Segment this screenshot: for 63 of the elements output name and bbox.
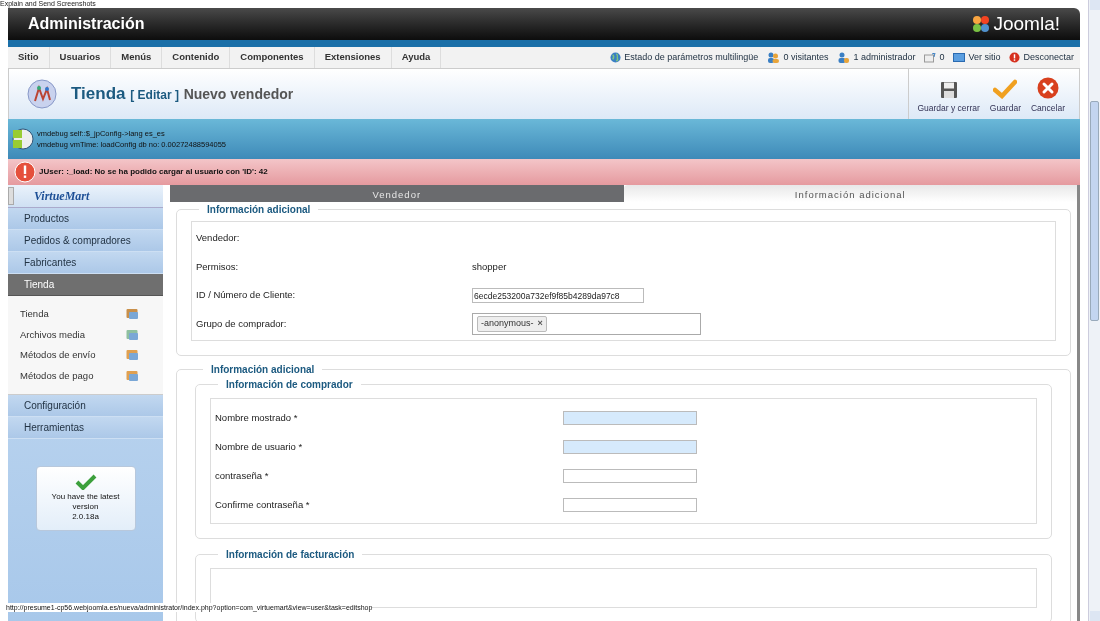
- version-message: You have the latest version: [50, 492, 121, 512]
- sidebar-item[interactable]: Fabricantes: [8, 252, 163, 274]
- error-message: JUser: :_load: No se ha podido cargar al usuario con 'ID': 42: [39, 166, 268, 178]
- field-label: Confirme contraseña *: [215, 497, 311, 512]
- field-label: Permisos:: [196, 259, 240, 274]
- section-title: Información de comprador: [225, 378, 354, 393]
- globe-icon: [610, 52, 622, 63]
- tag-field[interactable]: -anonymous- ×: [472, 313, 701, 335]
- version-number: 2.0.18a: [72, 512, 99, 522]
- input-field[interactable]: [563, 439, 697, 454]
- status-link[interactable]: 1 administrador: [853, 50, 916, 65]
- users-icon: [767, 52, 781, 63]
- section-title: Información de facturación: [225, 548, 356, 563]
- input-field[interactable]: [563, 497, 697, 512]
- field-value: shopper: [472, 259, 507, 274]
- submenu-link[interactable]: Métodos de pago: [20, 368, 94, 383]
- status-link[interactable]: Estado de parámetros multilingüe: [624, 50, 759, 65]
- monitor-icon: [953, 52, 966, 63]
- virtuemart-logo: VirtueMart: [34, 188, 90, 205]
- status-link[interactable]: 0 visitantes: [783, 50, 829, 65]
- checkmark-icon: [74, 474, 97, 490]
- input-field[interactable]: [563, 468, 697, 483]
- sidebar-item[interactable]: Tienda: [8, 274, 163, 296]
- status-link[interactable]: Ver sitio: [968, 50, 1001, 65]
- joomla-logo[interactable]: Joomla!: [971, 9, 1060, 39]
- field-label: Vendedor:: [196, 231, 241, 246]
- sidebar-item[interactable]: Productos: [8, 208, 163, 230]
- section-title: Información adicional: [210, 363, 316, 378]
- user-icon: [837, 52, 851, 63]
- submenu-link[interactable]: Tienda: [20, 307, 49, 322]
- status-link[interactable]: Desconectar: [1023, 50, 1074, 65]
- field-label: ID / Número de Cliente:: [196, 288, 297, 303]
- collapse-handle[interactable]: [8, 187, 14, 205]
- section-title: Información adicional: [206, 203, 312, 218]
- tab[interactable]: Información adicional: [623, 185, 1077, 203]
- field-label: Nombre mostrado *: [215, 410, 299, 425]
- sidebar-item[interactable]: Herramientas: [8, 417, 163, 439]
- field-label: contraseña *: [215, 468, 270, 483]
- input-field[interactable]: 6ecde253200a732ef9f85b4289da97c8: [472, 288, 644, 303]
- alert-icon: [14, 161, 36, 183]
- field-label: Nombre de usuario *: [215, 439, 304, 454]
- scrollbar[interactable]: [1088, 0, 1100, 621]
- submenu-link[interactable]: Métodos de envío: [20, 348, 96, 363]
- input-field[interactable]: [563, 410, 697, 425]
- toolbar-button[interactable]: Guardar: [987, 73, 1023, 115]
- cancel-icon: [1037, 77, 1059, 100]
- page-title: Tienda [ Editar ] Nuevo vendedor: [71, 83, 294, 106]
- field-label: Grupo de comprador:: [196, 316, 288, 331]
- sidebar-item[interactable]: Configuración: [8, 395, 163, 417]
- tag-label: -anonymous-: [481, 317, 534, 331]
- header-title: Administración: [28, 14, 145, 34]
- submenu-link[interactable]: Archivos media: [20, 327, 85, 342]
- shop-component-icon: [27, 79, 57, 109]
- remove-icon[interactable]: ×: [537, 317, 543, 331]
- status-link[interactable]: 0: [939, 50, 945, 65]
- checkmark-icon: [993, 79, 1018, 100]
- debug-icon: [12, 127, 34, 151]
- toolbar-button[interactable]: Guardar y cerrar: [915, 73, 982, 115]
- sidebar-item[interactable]: Pedidos & compradores: [8, 230, 163, 252]
- alert-icon: [1009, 52, 1021, 63]
- toolbar-button[interactable]: Cancelar: [1028, 73, 1067, 115]
- tab[interactable]: Vendedor: [170, 185, 624, 203]
- message-icon: [924, 52, 937, 63]
